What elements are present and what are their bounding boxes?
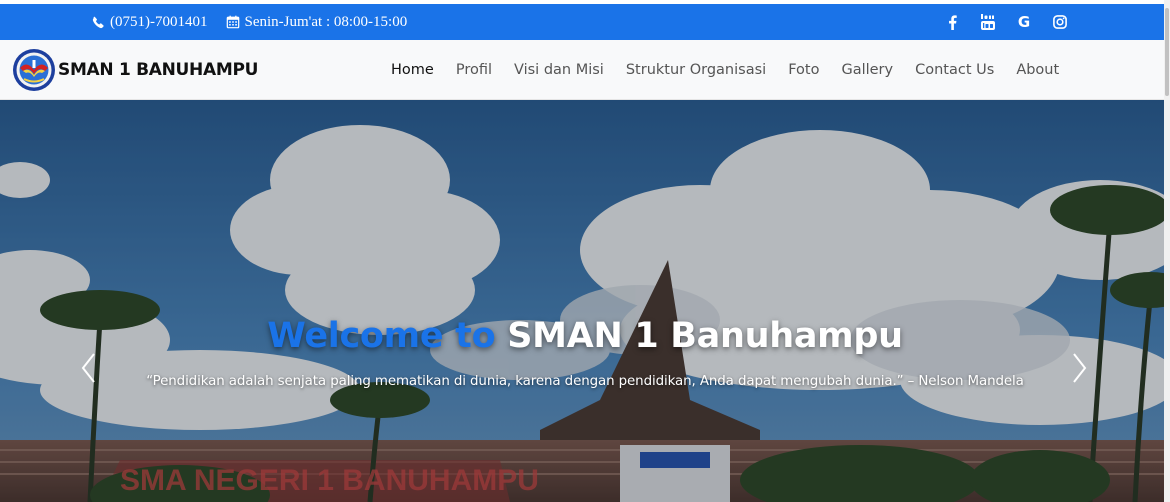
nav-struktur-organisasi[interactable]: Struktur Organisasi [615,62,777,78]
hero-title-accent: Welcome to [267,316,496,356]
youtube-icon [981,14,995,30]
main-navbar: SMAN 1 BANUHAMPU Home Profil Visi dan Mi… [0,40,1164,100]
nav-profil[interactable]: Profil [445,62,503,78]
chevron-left-icon [81,353,95,383]
nav-contact-us[interactable]: Contact Us [904,62,1005,78]
hero-quote: “Pendidikan adalah senjata paling memati… [146,374,1024,389]
nav-home[interactable]: Home [380,62,445,78]
nav-foto[interactable]: Foto [777,62,830,78]
google-icon: G [1017,13,1031,31]
hero-carousel: SMA NEGERI 1 BANUHAMPU Welcome to SMAN 1… [0,100,1164,502]
school-logo [13,49,55,91]
brand-name: SMAN 1 BANUHAMPU [58,60,259,80]
office-hours: Senin-Jum'at : 08:00-15:00 [244,13,408,30]
carousel-prev-button[interactable] [74,348,104,388]
social-links: G [934,4,1078,40]
instagram-icon [1053,15,1067,29]
contact-info: (0751)-7001401 Senin-Jum'at : 08:00-15:0… [92,4,407,40]
scrollbar-thumb[interactable] [1165,8,1169,96]
nav-gallery[interactable]: Gallery [830,62,904,78]
hero-title-main: SMAN 1 Banuhampu [507,316,903,356]
page-scrollbar[interactable] [1164,0,1170,502]
phone-info: (0751)-7001401 [92,14,208,31]
main-menu: Home Profil Visi dan Misi Struktur Organ… [380,40,1070,100]
hero-title: Welcome to SMAN 1 Banuhampu [0,316,1164,356]
facebook-link[interactable] [934,4,970,40]
facebook-icon [948,14,957,30]
carousel-next-button[interactable] [1064,348,1094,388]
nav-about[interactable]: About [1005,62,1070,78]
brand-link[interactable]: SMAN 1 BANUHAMPU [12,49,258,91]
calendar-icon [226,15,239,29]
youtube-link[interactable] [970,4,1006,40]
hero-overlay [0,100,1164,502]
chevron-right-icon [1073,353,1087,383]
google-link[interactable]: G [1006,4,1042,40]
top-info-bar: (0751)-7001401 Senin-Jum'at : 08:00-15:0… [0,4,1164,40]
instagram-link[interactable] [1042,4,1078,40]
hours-info: Senin-Jum'at : 08:00-15:00 [226,13,408,31]
phone-icon [92,16,104,28]
phone-number: (0751)-7001401 [110,13,208,30]
nav-visi-misi[interactable]: Visi dan Misi [503,62,615,78]
